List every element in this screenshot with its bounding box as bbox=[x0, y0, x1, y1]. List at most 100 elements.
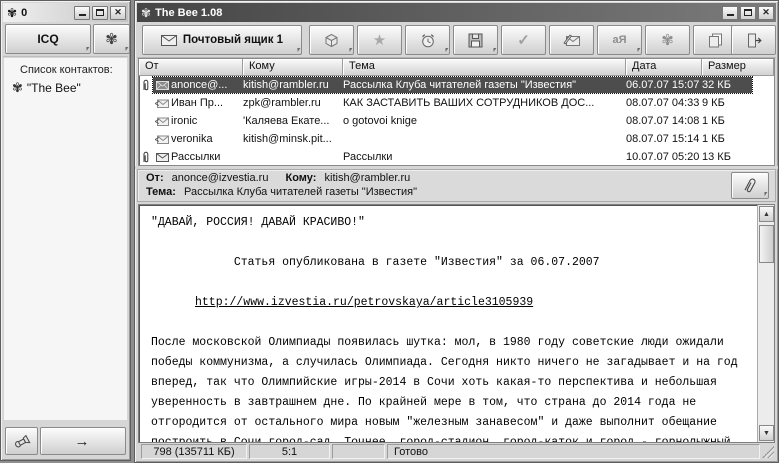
message-body: "ДАВАЙ, РОССИЯ! ДАВАЙ КРАСИВО!" Статья о… bbox=[138, 204, 775, 443]
cell-subject: КАК ЗАСТАВИТЬ ВАШИХ СОТРУДНИКОВ ДОС... bbox=[343, 97, 595, 109]
address-book-button[interactable]: аЯ bbox=[597, 25, 642, 55]
from-value: anonce@izvestia.ru bbox=[171, 172, 269, 184]
search-contact-button[interactable] bbox=[5, 427, 38, 455]
compose-envelope-icon bbox=[562, 34, 580, 46]
icq-button-label: ICQ bbox=[37, 32, 59, 46]
attachments-button[interactable] bbox=[731, 172, 769, 199]
cell-subject: Рассылка Клуба читателей газеты "Извести… bbox=[343, 79, 577, 91]
maximize-button[interactable] bbox=[740, 5, 756, 20]
icq-titlebar[interactable]: ✾ 0 ✕ bbox=[3, 3, 128, 22]
checkmark-icon: ✓ bbox=[517, 32, 530, 49]
status-empty bbox=[332, 444, 385, 459]
attachment-paperclip-icon bbox=[143, 79, 149, 90]
envelope-replied-icon bbox=[155, 99, 169, 108]
mailbox-envelope-icon bbox=[160, 34, 177, 46]
status-ratio: 5:1 bbox=[249, 444, 330, 459]
table-row[interactable]: anonce@... kitish@rambler.ru Рассылка Кл… bbox=[139, 76, 774, 94]
status-bar: 798 (135711 КБ) 5:1 Готово bbox=[137, 443, 776, 460]
minimize-icon bbox=[726, 10, 734, 16]
preview-header: От: anonce@izvestia.ru Кому: kitish@ramb… bbox=[137, 169, 776, 202]
table-row[interactable]: veronika kitish@minsk.pit... 08.07.07 15… bbox=[139, 130, 774, 148]
column-header-size[interactable]: Размер bbox=[702, 59, 774, 76]
bee-window-title: The Bee 1.08 bbox=[155, 6, 223, 19]
table-row[interactable]: Иван Пр... zpk@rambler.ru КАК ЗАСТАВИТЬ … bbox=[139, 94, 774, 112]
up-arrow-icon: ▲ bbox=[763, 210, 770, 218]
icq-flower-icon: ✾ bbox=[661, 32, 674, 49]
mark-button[interactable]: ✓ bbox=[501, 25, 546, 55]
minimize-button[interactable] bbox=[722, 5, 738, 20]
scroll-up-button[interactable]: ▲ bbox=[759, 206, 774, 222]
vertical-scrollbar[interactable]: ▲ ▼ bbox=[757, 205, 774, 442]
alarm-clock-icon bbox=[421, 33, 434, 47]
compose-button[interactable] bbox=[549, 25, 594, 55]
maximize-button[interactable] bbox=[92, 5, 108, 20]
icq-window: ✾ 0 ✕ ICQ ✾ Список контактов: ✾ "The Bee… bbox=[0, 0, 131, 461]
contact-list: Список контактов: ✾ "The Bee" bbox=[4, 58, 127, 420]
scroll-down-button[interactable]: ▼ bbox=[759, 425, 774, 441]
to-label: Кому: bbox=[285, 172, 317, 184]
icq-button[interactable]: ✾ bbox=[645, 25, 690, 55]
body-paragraph: После московской Олимпиады появилась шут… bbox=[151, 336, 738, 443]
table-row[interactable]: ironic 'Каляева Екате... o gotovoi knige… bbox=[139, 112, 774, 130]
close-button[interactable]: ✕ bbox=[758, 5, 774, 20]
exit-button[interactable] bbox=[731, 25, 776, 55]
message-text: "ДАВАЙ, РОССИЯ! ДАВАЙ КРАСИВО!" Статья о… bbox=[151, 213, 750, 442]
cell-from: ironic bbox=[171, 115, 198, 127]
close-button[interactable]: ✕ bbox=[110, 5, 126, 20]
envelope-replied-icon bbox=[155, 135, 169, 144]
icq-flower-icon: ✾ bbox=[7, 5, 18, 20]
cell-to: kitish@minsk.pit... bbox=[243, 133, 332, 145]
cell-from: Рассылки bbox=[171, 151, 221, 163]
cell-subject: Рассылки bbox=[343, 151, 393, 163]
flashlight-icon bbox=[14, 434, 30, 448]
cell-date: 08.07.07 04:33 bbox=[626, 97, 700, 109]
favorites-button[interactable]: ★ bbox=[357, 25, 402, 55]
scheduler-button[interactable] bbox=[405, 25, 450, 55]
star-icon: ★ bbox=[372, 32, 387, 49]
mailbox-button[interactable]: Почтовый ящик 1 bbox=[142, 25, 302, 55]
icq-menu-button[interactable]: ICQ bbox=[5, 24, 91, 54]
cell-from: Иван Пр... bbox=[171, 97, 224, 109]
main-toolbar: Почтовый ящик 1 ★ ✓ аЯ ✾ bbox=[137, 22, 776, 58]
contact-item-the-bee[interactable]: ✾ "The Bee" bbox=[4, 78, 127, 96]
package-icon bbox=[325, 33, 338, 47]
icq-status-button[interactable]: ✾ bbox=[93, 24, 130, 54]
bee-window: ✾ The Bee 1.08 ✕ Почтовый ящик 1 ★ ✓ аЯ … bbox=[134, 0, 779, 463]
status-ready: Готово bbox=[387, 444, 760, 459]
attachment-paperclip-icon bbox=[143, 151, 149, 162]
scrollbar-thumb[interactable] bbox=[759, 225, 774, 263]
table-row[interactable]: Рассылки Рассылки 10.07.07 05:20 13 КБ bbox=[139, 148, 774, 165]
cell-size: 1 КБ bbox=[702, 115, 725, 127]
minimize-button[interactable] bbox=[74, 5, 90, 20]
icq-bottom-toolbar: → bbox=[3, 425, 128, 455]
paperclip-icon bbox=[743, 178, 756, 192]
cell-size: 13 КБ bbox=[702, 151, 731, 163]
subject-label: Тема: bbox=[146, 186, 176, 198]
cell-size: 32 КБ bbox=[702, 79, 731, 91]
contacts-header: Список контактов: bbox=[20, 64, 113, 76]
floppy-save-icon bbox=[468, 33, 483, 47]
cell-date: 10.07.07 05:20 bbox=[626, 151, 700, 163]
mailbox-button-label: Почтовый ящик 1 bbox=[182, 34, 284, 46]
right-arrow-icon: → bbox=[74, 432, 92, 450]
icq-window-title: 0 bbox=[21, 6, 28, 19]
article-link[interactable]: http://www.izvestia.ru/petrovskaya/artic… bbox=[151, 293, 750, 313]
minimize-icon bbox=[78, 10, 86, 16]
close-icon: ✕ bbox=[114, 7, 122, 17]
maximize-icon bbox=[744, 9, 752, 16]
next-button[interactable]: → bbox=[40, 427, 126, 455]
column-header-to[interactable]: Кому bbox=[243, 59, 343, 76]
status-message-count: 798 (135711 КБ) bbox=[141, 444, 247, 459]
resize-grip[interactable] bbox=[762, 446, 774, 458]
cell-from: anonce@... bbox=[171, 79, 228, 91]
save-button[interactable] bbox=[453, 25, 498, 55]
column-header-from[interactable]: От bbox=[139, 59, 243, 76]
message-list-header: От Кому Тема Дата Размер bbox=[139, 59, 774, 76]
fetch-mail-button[interactable] bbox=[309, 25, 354, 55]
column-header-date[interactable]: Дата bbox=[626, 59, 702, 76]
bee-titlebar[interactable]: ✾ The Bee 1.08 ✕ bbox=[137, 3, 776, 22]
envelope-icon bbox=[155, 152, 169, 162]
envelope-replied-icon bbox=[155, 117, 169, 126]
bee-icon: ✾ bbox=[141, 5, 152, 20]
column-header-subject[interactable]: Тема bbox=[343, 59, 626, 76]
